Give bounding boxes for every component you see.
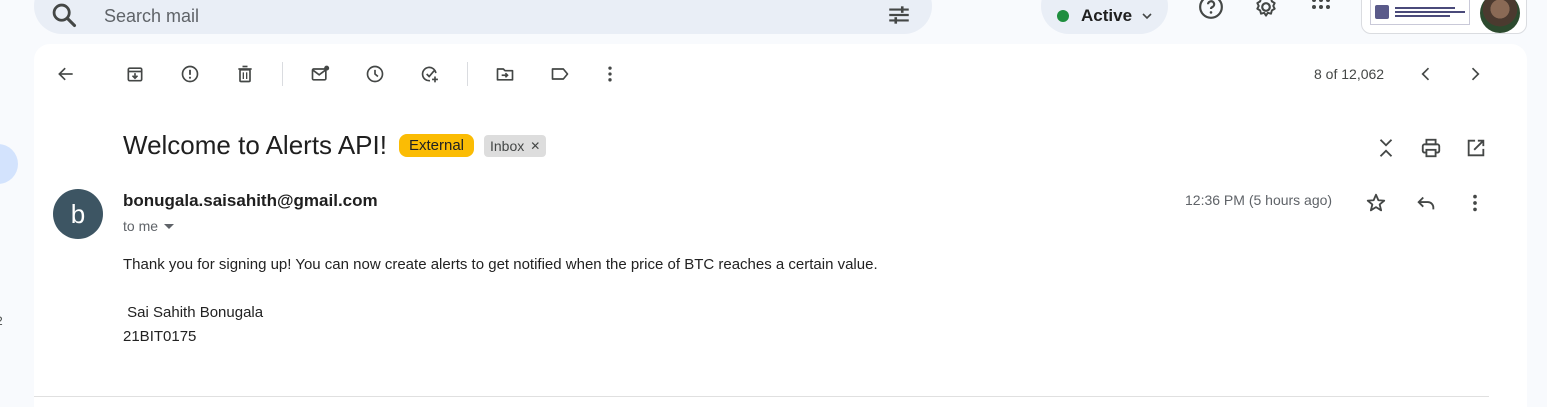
- archive-icon[interactable]: [119, 58, 151, 90]
- label-inbox-text: Inbox: [490, 137, 525, 154]
- newer-icon[interactable]: [1410, 58, 1442, 90]
- nav-rail-mail-badge[interactable]: [0, 144, 18, 184]
- help-icon[interactable]: [1196, 0, 1226, 22]
- subject-row: Welcome to Alerts API! External Inbox ✕: [123, 130, 547, 161]
- print-icon[interactable]: [1417, 134, 1445, 162]
- email-subject: Welcome to Alerts API!: [123, 130, 387, 160]
- message-more-icon[interactable]: [1461, 189, 1489, 217]
- star-icon[interactable]: [1362, 189, 1390, 217]
- message-divider: [34, 396, 1489, 397]
- collapse-all-icon[interactable]: [1372, 134, 1400, 162]
- status-label: Active: [1081, 6, 1133, 25]
- label-icon[interactable]: [544, 58, 576, 90]
- sender-avatar[interactable]: b: [53, 189, 103, 239]
- more-vert-icon[interactable]: [594, 58, 626, 90]
- search-icon[interactable]: [50, 1, 78, 29]
- message-toolbar: 8 of 12,062: [34, 44, 1527, 104]
- delete-icon[interactable]: [229, 58, 261, 90]
- toolbar-divider: [467, 62, 468, 86]
- status-dot: [1057, 10, 1069, 22]
- snooze-icon[interactable]: [359, 58, 391, 90]
- recipient-label: to me: [123, 218, 159, 234]
- mark-unread-icon[interactable]: [304, 58, 336, 90]
- search-input[interactable]: Search mail: [104, 6, 199, 27]
- body-line: Sai Sahith Bonugala: [123, 304, 264, 321]
- pagination-count: 8 of 12,062: [1314, 66, 1385, 82]
- body-line: [123, 277, 878, 301]
- sender-email[interactable]: bonugala.saisahith@gmail.com: [123, 191, 378, 211]
- label-external: External: [398, 134, 474, 157]
- search-options-icon[interactable]: [886, 2, 912, 28]
- settings-icon[interactable]: [1251, 0, 1281, 22]
- status-selector[interactable]: Active: [1041, 0, 1168, 34]
- organization-logo: [1370, 0, 1470, 25]
- message-body: Thank you for signing up! You can now cr…: [123, 253, 878, 349]
- body-line: Thank you for signing up! You can now cr…: [123, 256, 878, 273]
- label-inbox: Inbox ✕: [484, 134, 547, 157]
- body-line: 21BIT0175: [123, 328, 197, 345]
- message-view: 8 of 12,062 Welcome to Alerts API! Exter…: [34, 44, 1527, 407]
- nav-rail-count: 2: [0, 314, 3, 328]
- user-avatar[interactable]: [1480, 0, 1520, 33]
- toolbar-divider: [282, 62, 283, 86]
- search-bar[interactable]: Search mail: [34, 0, 932, 34]
- account-switcher[interactable]: [1361, 0, 1527, 34]
- recipient-details[interactable]: to me: [123, 218, 175, 234]
- back-icon[interactable]: [50, 58, 82, 90]
- older-icon[interactable]: [1459, 58, 1491, 90]
- message-timestamp: 12:36 PM (5 hours ago): [1185, 192, 1333, 208]
- chevron-down-icon: [1140, 9, 1154, 23]
- remove-label-icon[interactable]: ✕: [530, 139, 540, 153]
- move-to-icon[interactable]: [489, 58, 521, 90]
- add-to-tasks-icon[interactable]: [414, 58, 446, 90]
- apps-icon[interactable]: [1306, 0, 1336, 22]
- reply-icon[interactable]: [1412, 189, 1440, 217]
- chevron-down-icon[interactable]: [164, 223, 175, 229]
- report-spam-icon[interactable]: [174, 58, 206, 90]
- open-in-new-window-icon[interactable]: [1462, 134, 1490, 162]
